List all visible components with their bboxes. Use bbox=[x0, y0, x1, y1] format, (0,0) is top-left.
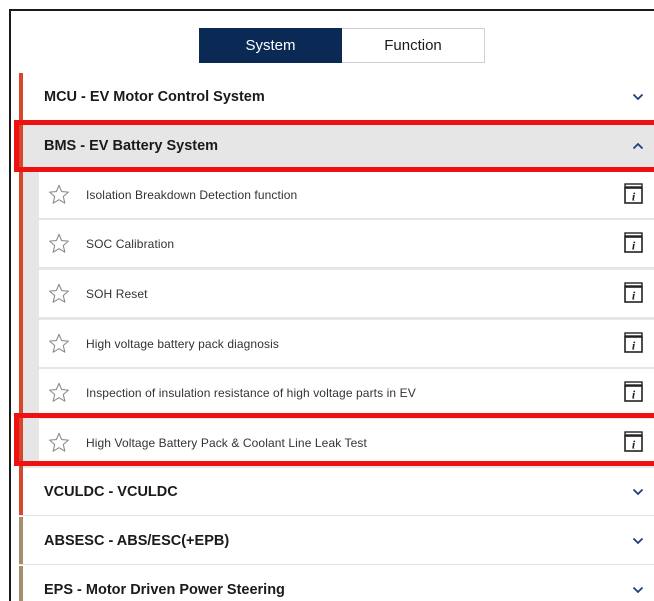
svg-text:i: i bbox=[632, 239, 636, 253]
star-icon[interactable] bbox=[48, 432, 70, 453]
row-accent bbox=[19, 122, 23, 170]
star-icon[interactable] bbox=[48, 333, 70, 354]
star-icon[interactable] bbox=[48, 283, 70, 304]
function-row[interactable]: Isolation Breakdown Detection function i bbox=[39, 171, 654, 218]
row-accent bbox=[19, 73, 23, 120]
star-icon[interactable] bbox=[48, 382, 70, 403]
svg-text:i: i bbox=[632, 339, 636, 353]
chevron-down-icon[interactable] bbox=[632, 537, 644, 545]
diagnostic-panel: System Function MCU - EV Motor Control S… bbox=[9, 9, 654, 601]
chevron-down-icon[interactable] bbox=[632, 93, 644, 101]
system-row-eps[interactable]: EPS - Motor Driven Power Steering bbox=[19, 566, 654, 601]
svg-text:i: i bbox=[632, 289, 636, 303]
system-title: EPS - Motor Driven Power Steering bbox=[44, 581, 285, 598]
info-manual-icon[interactable]: i bbox=[624, 282, 643, 303]
row-accent bbox=[19, 566, 23, 601]
info-manual-icon[interactable]: i bbox=[624, 183, 643, 204]
svg-text:i: i bbox=[632, 438, 636, 452]
row-accent bbox=[19, 468, 23, 515]
chevron-up-icon[interactable] bbox=[632, 142, 644, 150]
function-row[interactable]: High Voltage Battery Pack & Coolant Line… bbox=[39, 419, 654, 466]
system-row-vculdc[interactable]: VCULDC - VCULDC bbox=[19, 468, 654, 516]
info-manual-icon[interactable]: i bbox=[624, 431, 643, 452]
function-label: High Voltage Battery Pack & Coolant Line… bbox=[86, 435, 367, 450]
function-row[interactable]: SOH Reset i bbox=[39, 270, 654, 317]
tab-system[interactable]: System bbox=[199, 28, 342, 63]
tab-function[interactable]: Function bbox=[342, 28, 485, 63]
svg-text:i: i bbox=[632, 190, 636, 204]
system-row-mcu[interactable]: MCU - EV Motor Control System bbox=[19, 73, 654, 121]
chevron-down-icon[interactable] bbox=[632, 488, 644, 496]
star-icon[interactable] bbox=[48, 233, 70, 254]
svg-text:i: i bbox=[632, 388, 636, 402]
function-row[interactable]: Inspection of insulation resistance of h… bbox=[39, 369, 654, 416]
info-manual-icon[interactable]: i bbox=[624, 232, 643, 253]
function-label: SOH Reset bbox=[86, 286, 148, 301]
function-label: High voltage battery pack diagnosis bbox=[86, 336, 279, 351]
system-row-bms[interactable]: BMS - EV Battery System bbox=[19, 122, 654, 170]
bms-function-list: Isolation Breakdown Detection function i… bbox=[19, 170, 654, 471]
row-accent bbox=[19, 517, 23, 564]
system-title: MCU - EV Motor Control System bbox=[44, 88, 265, 105]
system-title: ABSESC - ABS/ESC(+EPB) bbox=[44, 532, 230, 549]
system-title: VCULDC - VCULDC bbox=[44, 483, 178, 500]
view-toggle: System Function bbox=[199, 28, 485, 63]
chevron-down-icon[interactable] bbox=[632, 586, 644, 594]
star-icon[interactable] bbox=[48, 184, 70, 205]
system-row-absesc[interactable]: ABSESC - ABS/ESC(+EPB) bbox=[19, 517, 654, 565]
function-label: Isolation Breakdown Detection function bbox=[86, 187, 298, 202]
list-accent bbox=[19, 170, 23, 471]
system-title: BMS - EV Battery System bbox=[44, 138, 219, 154]
function-row[interactable]: High voltage battery pack diagnosis i bbox=[39, 320, 654, 367]
info-manual-icon[interactable]: i bbox=[624, 332, 643, 353]
function-label: Inspection of insulation resistance of h… bbox=[86, 385, 416, 400]
function-row[interactable]: SOC Calibration i bbox=[39, 220, 654, 267]
info-manual-icon[interactable]: i bbox=[624, 381, 643, 402]
function-label: SOC Calibration bbox=[86, 236, 175, 251]
